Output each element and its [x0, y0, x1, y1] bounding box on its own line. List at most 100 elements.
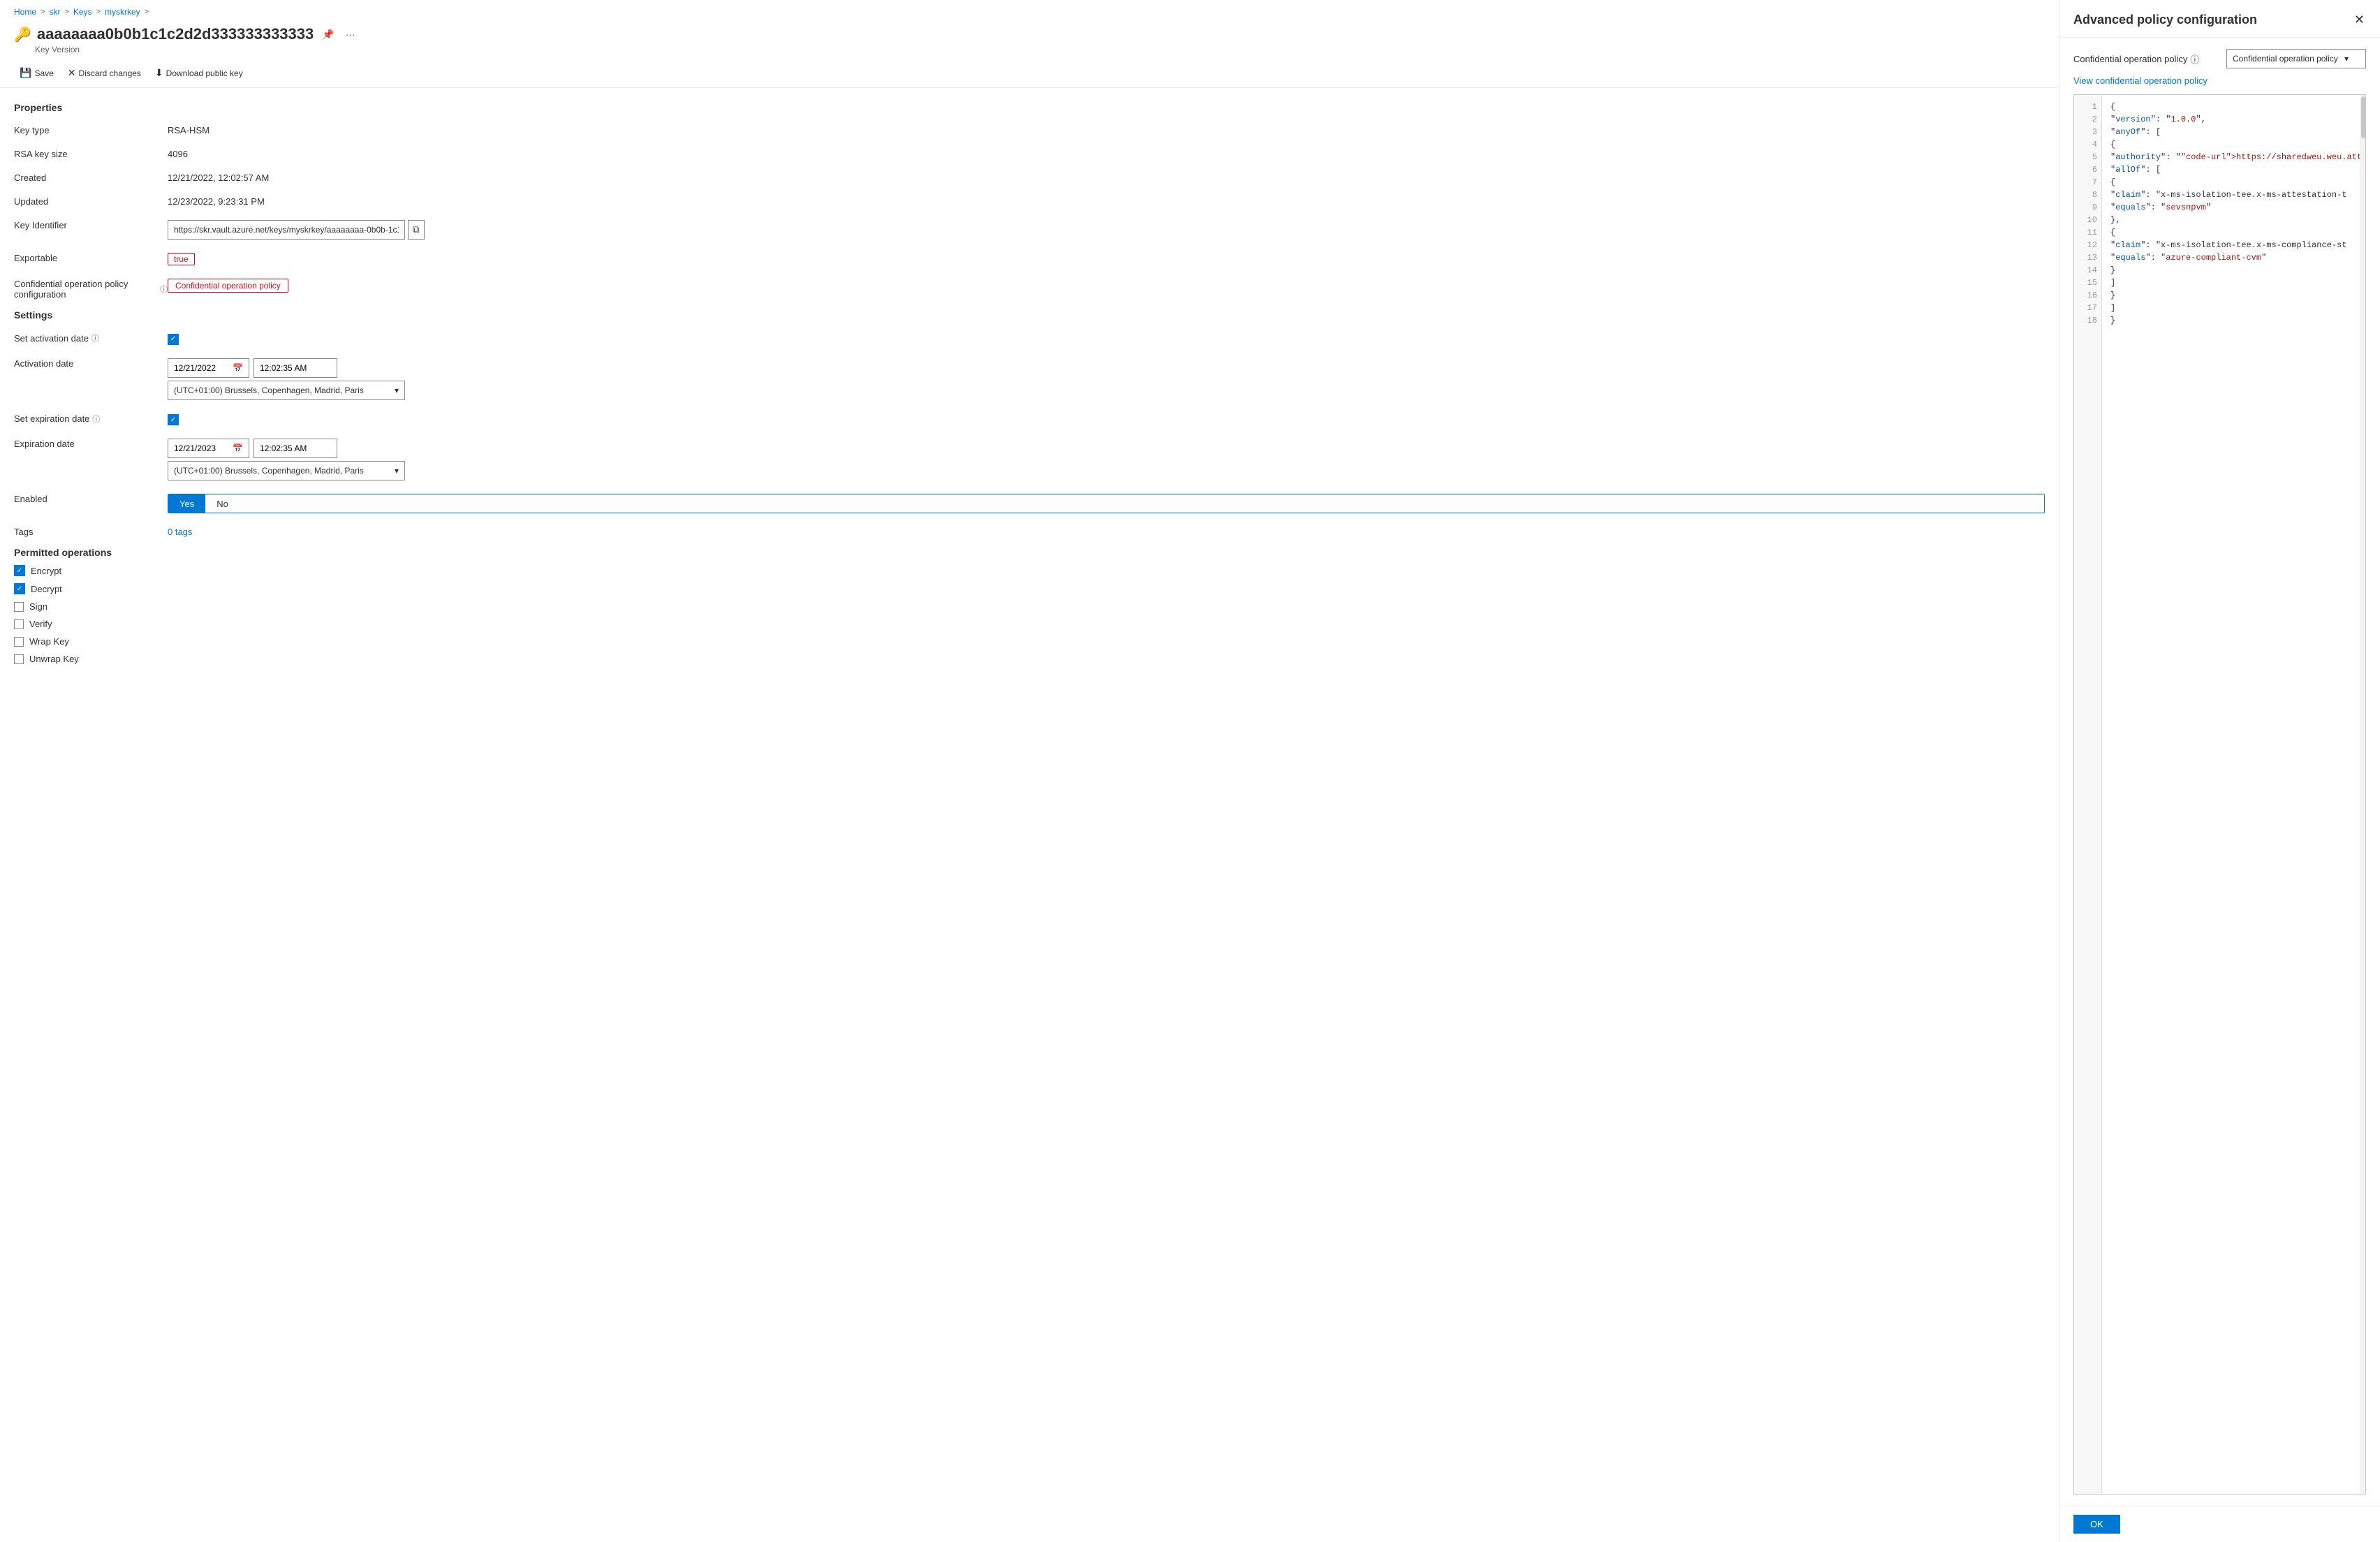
- settings-section-title: Settings: [14, 309, 2045, 321]
- tags-row: Tags 0 tags: [14, 523, 2045, 537]
- activation-tz-value: (UTC+01:00) Brussels, Copenhagen, Madrid…: [174, 386, 364, 395]
- code-line: "authority": ""code-url">https://sharedw…: [2110, 151, 2351, 163]
- key-icon: 🔑: [14, 26, 31, 43]
- expiration-date-input[interactable]: 📅: [168, 439, 249, 458]
- code-line: {: [2110, 101, 2351, 113]
- ok-button[interactable]: OK: [2073, 1515, 2120, 1534]
- set-activation-date-row: Set activation date ⓘ ✓: [14, 329, 2045, 345]
- permitted-op-item: Wrap Key: [14, 636, 2045, 647]
- expiration-date-text[interactable]: [174, 443, 230, 453]
- side-panel: Advanced policy configuration ✕ Confiden…: [2059, 0, 2380, 1542]
- key-subtitle: Key Version: [14, 45, 2045, 54]
- activation-date-text[interactable]: [174, 363, 230, 373]
- permitted-op-item: ✓ Encrypt: [14, 565, 2045, 576]
- expiration-tz-chevron-icon: ▾: [395, 466, 399, 476]
- line-numbers: 123456789101112131415161718: [2074, 95, 2102, 1494]
- key-identifier-row: Key Identifier ⧉: [14, 216, 2045, 240]
- activation-date-row: Activation date 📅 (UTC+01:00) Brussels, …: [14, 355, 2045, 400]
- perm-op-encrypt-checkbox[interactable]: ✓: [14, 565, 25, 576]
- code-line: }: [2110, 264, 2351, 277]
- set-activation-date-label: Set activation date ⓘ: [14, 329, 168, 344]
- panel-body: Confidential operation policy ⓘ Confiden…: [2059, 38, 2380, 1506]
- created-value: 12/21/2022, 12:02:57 AM: [168, 169, 2045, 183]
- more-options-button[interactable]: ···: [343, 27, 358, 41]
- toolbar: 💾 Save ✕ Discard changes ⬇ Download publ…: [0, 60, 2059, 88]
- set-expiration-date-checkbox[interactable]: ✓: [168, 414, 179, 425]
- perm-op-decrypt-checkbox[interactable]: ✓: [14, 583, 25, 594]
- policy-dropdown-chevron-icon: ▾: [2344, 54, 2349, 64]
- exportable-row: Exportable true: [14, 249, 2045, 265]
- policy-info-icon: ⓘ: [2190, 52, 2199, 66]
- permitted-op-item: Verify: [14, 619, 2045, 629]
- panel-footer: OK: [2059, 1506, 2380, 1542]
- updated-row: Updated 12/23/2022, 9:23:31 PM: [14, 193, 2045, 207]
- policy-config-value[interactable]: Confidential operation policy: [168, 279, 288, 293]
- breadcrumb-home[interactable]: Home: [14, 7, 36, 17]
- activation-tz-chevron-icon: ▾: [395, 386, 399, 395]
- perm-op-verify-checkbox[interactable]: [14, 619, 24, 629]
- view-policy-link[interactable]: View confidential operation policy: [2073, 75, 2366, 86]
- breadcrumb-keys[interactable]: Keys: [73, 7, 92, 17]
- code-line: "equals": "sevsnpvm": [2110, 201, 2351, 214]
- policy-dropdown[interactable]: Confidential operation policy ▾: [2226, 49, 2366, 68]
- enabled-no-option[interactable]: No: [205, 494, 240, 513]
- close-side-panel-button[interactable]: ✕: [2353, 11, 2366, 29]
- form-content: Properties Key type RSA-HSM RSA key size…: [0, 88, 2059, 1542]
- updated-value: 12/23/2022, 9:23:31 PM: [168, 193, 2045, 207]
- perm-op-encrypt-label: Encrypt: [31, 566, 61, 576]
- code-line: "allOf": [: [2110, 163, 2351, 176]
- policy-config-row: Confidential operation policy configurat…: [14, 275, 2045, 300]
- save-icon: 💾: [20, 67, 31, 79]
- expiration-date-label: Expiration date: [14, 435, 168, 449]
- expiration-tz-dropdown[interactable]: (UTC+01:00) Brussels, Copenhagen, Madrid…: [168, 461, 405, 480]
- code-line: {: [2110, 176, 2351, 189]
- expiration-time-input[interactable]: [254, 439, 337, 458]
- key-identifier-input[interactable]: [168, 220, 405, 240]
- code-line: }: [2110, 289, 2351, 302]
- side-panel-header: Advanced policy configuration ✕: [2059, 0, 2380, 38]
- created-label: Created: [14, 169, 168, 183]
- pin-button[interactable]: 📌: [319, 27, 337, 42]
- perm-op-unwrap-key-checkbox[interactable]: [14, 654, 24, 664]
- breadcrumb: Home > skr > Keys > myskrkey >: [0, 0, 2059, 21]
- perm-op-decrypt-label: Decrypt: [31, 584, 62, 594]
- copy-key-id-button[interactable]: ⧉: [408, 220, 425, 240]
- activation-date-info-icon: ⓘ: [91, 332, 99, 344]
- permitted-op-item: ✓ Decrypt: [14, 583, 2045, 594]
- perm-op-sign-label: Sign: [29, 601, 47, 612]
- panel-scrollbar[interactable]: [2360, 95, 2365, 1494]
- enabled-yes-option[interactable]: Yes: [168, 494, 205, 513]
- perm-op-verify-label: Verify: [29, 619, 52, 629]
- tags-link[interactable]: 0 tags: [168, 527, 192, 537]
- created-row: Created 12/21/2022, 12:02:57 AM: [14, 169, 2045, 183]
- enabled-toggle: Yes No: [168, 494, 2045, 513]
- page-title: aaaaaaaa0b0b1c1c2d2d333333333333: [37, 25, 314, 43]
- breadcrumb-skr[interactable]: skr: [49, 7, 60, 17]
- perm-op-wrap-key-label: Wrap Key: [29, 636, 69, 647]
- save-button[interactable]: 💾 Save: [14, 64, 59, 82]
- perm-op-wrap-key-checkbox[interactable]: [14, 637, 24, 647]
- code-line: {: [2110, 226, 2351, 239]
- activation-tz-dropdown[interactable]: (UTC+01:00) Brussels, Copenhagen, Madrid…: [168, 381, 405, 400]
- activation-time-input[interactable]: [254, 358, 337, 378]
- calendar-icon[interactable]: 📅: [233, 363, 243, 373]
- code-line: }: [2110, 314, 2351, 327]
- activation-date-input[interactable]: 📅: [168, 358, 249, 378]
- expiration-calendar-icon[interactable]: 📅: [233, 443, 243, 453]
- policy-config-label: Confidential operation policy configurat…: [14, 275, 168, 300]
- scrollbar-thumb[interactable]: [2361, 96, 2365, 138]
- page-header: 🔑 aaaaaaaa0b0b1c1c2d2d333333333333 📌 ···…: [0, 21, 2059, 60]
- perm-op-sign-checkbox[interactable]: [14, 602, 24, 612]
- rsa-key-size-value: 4096: [168, 145, 2045, 159]
- rsa-key-size-row: RSA key size 4096: [14, 145, 2045, 159]
- set-activation-date-checkbox[interactable]: ✓: [168, 334, 179, 345]
- set-expiration-date-row: Set expiration date ⓘ ✓: [14, 410, 2045, 426]
- enabled-row: Enabled Yes No: [14, 490, 2045, 513]
- key-identifier-field: ⧉: [168, 220, 2045, 240]
- code-line: "claim": "x-ms-isolation-tee.x-ms-compli…: [2110, 239, 2351, 251]
- download-public-key-button[interactable]: ⬇ Download public key: [149, 64, 249, 82]
- permitted-op-item: Sign: [14, 601, 2045, 612]
- breadcrumb-myskrkey[interactable]: myskrkey: [105, 7, 140, 17]
- discard-button[interactable]: ✕ Discard changes: [62, 64, 147, 82]
- code-line: "claim": "x-ms-isolation-tee.x-ms-attest…: [2110, 189, 2351, 201]
